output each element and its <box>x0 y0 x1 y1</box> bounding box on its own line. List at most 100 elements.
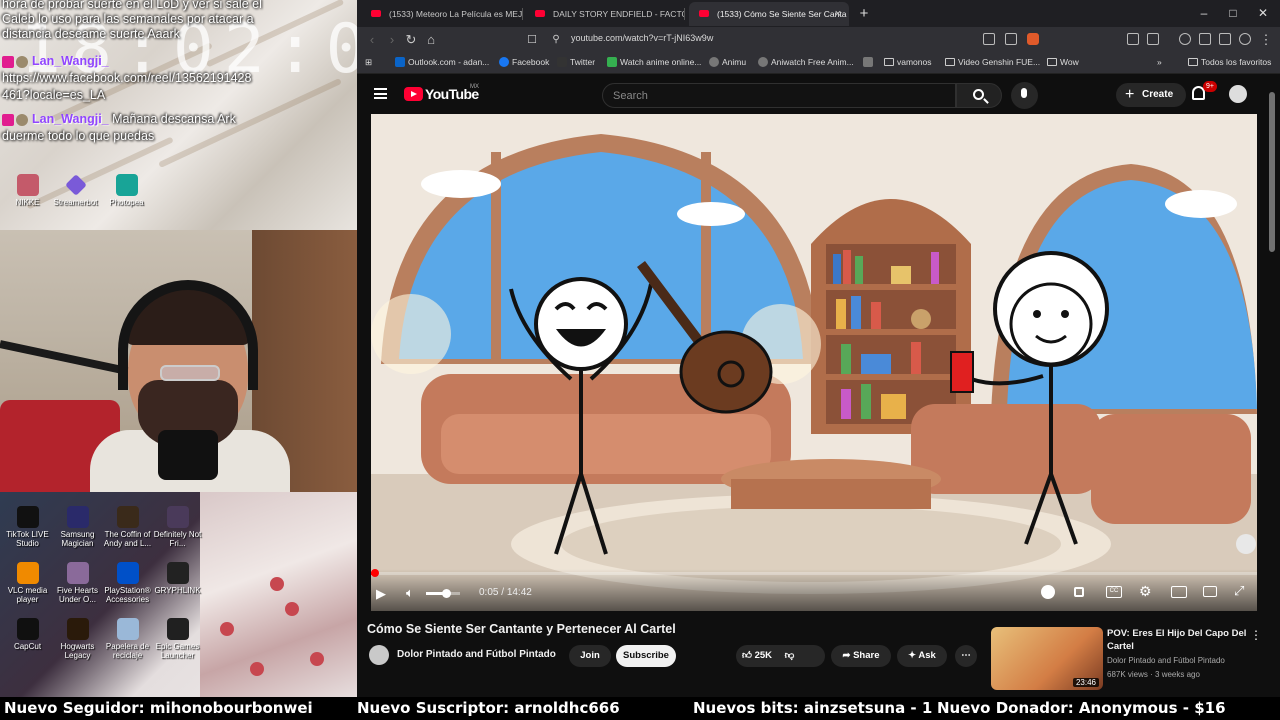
home-button[interactable]: ⌂ <box>422 31 440 49</box>
forward-button[interactable]: › <box>383 31 401 49</box>
desktop-icon[interactable]: Samsung Magician <box>50 506 105 548</box>
desktop-icon-streamerbot[interactable]: Streamerbot <box>48 174 103 207</box>
desktop-icon[interactable]: Definitely Not Fri... <box>150 506 205 548</box>
suggested-video-thumbnail[interactable]: 23:46 <box>991 627 1103 690</box>
suggested-channel[interactable]: Dolor Pintado and Fútbol Pintado <box>1107 656 1225 665</box>
channel-avatar[interactable] <box>369 645 389 665</box>
facebook-icon <box>499 57 509 67</box>
desktop-icon[interactable]: CapCut <box>0 618 55 651</box>
bookmark-icon[interactable]: ☐ <box>523 31 541 49</box>
bookmark-anime[interactable]: Watch anime online... <box>607 57 701 67</box>
cast-icon[interactable] <box>1203 586 1217 597</box>
desktop-icon-label: VLC media player <box>7 586 48 604</box>
account-avatar[interactable] <box>1229 85 1247 103</box>
progress-bar[interactable] <box>371 572 1257 575</box>
desktop-icon-photopea[interactable]: Photopea <box>99 174 154 207</box>
reload-button[interactable]: ↻ <box>402 31 420 49</box>
video-player[interactable]: ▶ 🔈︎ 0:05 / 14:42 CC ⚙ ⤢ <box>371 114 1257 611</box>
more-bookmarks-icon[interactable]: » <box>1157 57 1162 67</box>
brave-shield-icon[interactable] <box>1027 33 1039 45</box>
share-page-icon[interactable] <box>1005 33 1017 45</box>
desktop-icon-nikke[interactable]: NIKKE <box>0 174 55 207</box>
search-input[interactable]: Search <box>602 83 956 108</box>
voice-search-button[interactable] <box>1011 82 1038 109</box>
folder-icon <box>1188 58 1198 66</box>
ticker-bits: Nuevos bits: ainzsetsuna - 1 <box>693 699 933 717</box>
suggested-menu-icon[interactable]: ⋮ <box>1250 628 1262 642</box>
bookmark-aniwatch[interactable]: Aniwatch Free Anim... <box>758 57 854 67</box>
minimize-button[interactable]: – <box>1189 0 1219 27</box>
like-count[interactable]: 25K <box>755 650 772 661</box>
ticker-follower: Nuevo Seguidor: mihonobourbonwei <box>4 699 313 717</box>
desktop-icon[interactable]: Five Hearts Under O... <box>50 562 105 604</box>
app-icon <box>66 562 89 584</box>
read-mode-icon[interactable] <box>983 33 995 45</box>
page-scrollbar[interactable] <box>1269 92 1275 252</box>
sidebar-icon[interactable] <box>1147 33 1159 45</box>
desktop-icon[interactable]: Hogwarts Legacy <box>50 618 105 660</box>
ask-button[interactable]: ✦ Ask <box>897 645 947 667</box>
apps-grid-icon[interactable]: ⊞ <box>365 57 372 68</box>
subscribe-button[interactable]: Subscribe <box>616 645 676 667</box>
desktop-icon[interactable]: PlayStation® Accessories <box>100 562 155 604</box>
settings-gear-icon[interactable]: ⚙ <box>1139 583 1152 600</box>
hamburger-menu-icon[interactable] <box>374 88 387 99</box>
suggested-video-title[interactable]: POV: Eres El Hijo Del Capo Del Cartel <box>1107 627 1246 653</box>
autoplay-toggle-icon[interactable] <box>1041 585 1055 599</box>
youtube-logo-icon[interactable] <box>404 87 423 101</box>
more-actions-button[interactable]: ⋯ <box>955 645 977 667</box>
bookmark-folder-wow[interactable]: Wow <box>1047 57 1079 67</box>
desktop-icon[interactable]: GRYPHLINK <box>150 562 205 595</box>
bookmark-twitter[interactable]: Twitter <box>557 57 595 67</box>
site-info-icon[interactable]: ⚲ <box>547 31 565 49</box>
bookmark-outlook[interactable]: Outlook.com - adan... <box>395 57 489 67</box>
tab-cantante[interactable]: (1533) Cómo Se Siente Ser Canta × <box>689 2 849 26</box>
collections-icon[interactable] <box>1199 33 1211 45</box>
bookmark-facebook[interactable]: Facebook <box>499 57 549 67</box>
menu-icon[interactable]: ⋮ <box>1257 31 1275 49</box>
channel-name[interactable]: Dolor Pintado and Fútbol Pintado <box>397 649 556 660</box>
bookmark-animu[interactable]: Animu <box>709 57 746 67</box>
theater-mode-icon[interactable] <box>1171 586 1187 598</box>
miniplayer-icon[interactable] <box>1074 587 1084 597</box>
all-favorites[interactable]: Todos los favoritos <box>1188 57 1271 67</box>
favorites-icon[interactable] <box>1219 33 1231 45</box>
share-button[interactable]: ➦ Share <box>831 645 891 667</box>
maximize-button[interactable]: □ <box>1218 0 1248 27</box>
chat-message: hora de probar suerte en el LoD y ver si… <box>2 0 262 11</box>
fullscreen-icon[interactable]: ⤢ <box>1234 583 1244 599</box>
music-icon[interactable] <box>1179 33 1191 45</box>
app-icon <box>66 506 89 528</box>
volume-icon[interactable]: 🔈︎ <box>406 585 414 601</box>
heart-badge-icon <box>2 113 14 126</box>
close-window-button[interactable]: ✕ <box>1248 0 1278 27</box>
create-button[interactable]: + Create <box>1116 83 1186 107</box>
desktop-icon[interactable]: TikTok LIVE Studio <box>0 506 55 548</box>
captions-icon[interactable]: CC <box>1106 586 1122 598</box>
video-duration: 23:46 <box>1072 678 1099 687</box>
join-button[interactable]: Join <box>569 645 611 667</box>
desktop-icon-label: Papelera de reciclaje <box>105 642 150 660</box>
url-field[interactable]: youtube.com/watch?v=rT-jNI63w9w <box>571 33 713 43</box>
desktop-icon[interactable]: Epic Games Launcher <box>150 618 205 660</box>
desktop-icon[interactable]: VLC media player <box>0 562 55 604</box>
tab-endfield[interactable]: DAILY STORY ENDFIELD - FACTORY M <box>525 2 685 26</box>
close-tab-icon[interactable]: × <box>835 2 841 26</box>
tab-meteoro[interactable]: (1533) Meteoro La Película es MEJOR <box>361 2 523 26</box>
extensions-icon[interactable] <box>1127 33 1139 45</box>
thumbs-down-icon[interactable]: 👎︎ <box>785 650 795 661</box>
bookmark-folder-vamonos[interactable]: vamonos <box>884 57 932 67</box>
youtube-favicon-icon <box>371 10 381 17</box>
channel-watermark[interactable] <box>1236 534 1256 554</box>
wallet-icon[interactable] <box>1239 33 1251 45</box>
desktop-icon-label: Hogwarts Legacy <box>60 642 95 660</box>
search-button[interactable] <box>956 83 1002 108</box>
desktop-icon[interactable]: The Coffin of Andy and L... <box>100 506 155 548</box>
play-button[interactable]: ▶ <box>376 586 386 602</box>
bookmark-folder-genshin[interactable]: Video Genshin FUE... <box>945 57 1040 67</box>
new-tab-button[interactable]: + <box>849 0 879 27</box>
desktop-icon[interactable]: Papelera de reciclaje <box>100 618 155 660</box>
progress-scrubber[interactable] <box>371 569 379 577</box>
back-button[interactable]: ‹ <box>363 31 381 49</box>
thumbs-up-icon[interactable]: 👍︎ <box>742 650 752 661</box>
